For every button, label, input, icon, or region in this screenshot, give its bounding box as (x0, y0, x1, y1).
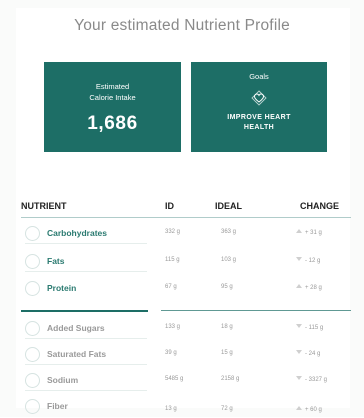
calorie-intake-tile: Estimated Calorie Intake 1,686 (44, 62, 181, 152)
row-underline (25, 390, 147, 391)
nutrient-ideal-value: 95 g (221, 284, 233, 290)
row-underline (25, 364, 147, 365)
nutrient-ideal-value: 72 g (221, 406, 233, 412)
nutrient-id-value: 5485 g (165, 376, 184, 382)
nutrient-name: Added Sugars (47, 323, 105, 333)
nutrient-profile-page: Your estimated Nutrient Profile Estimate… (0, 0, 364, 417)
calorie-intake-label: Estimated Calorie Intake (89, 82, 136, 102)
nutrient-ideal-value: 15 g (221, 350, 233, 356)
radio-circle-icon[interactable] (25, 399, 40, 414)
nutrient-ideal-value: 103 g (221, 257, 237, 263)
nutrient-id-value: 39 g (165, 350, 177, 356)
nutrient-id-value: 67 g (165, 284, 177, 290)
nutrient-name: Protein (47, 283, 77, 293)
nutrient-row-sodium[interactable]: Sodium 5485 g 2158 g - 3327 g (0, 370, 364, 392)
nutrient-change: - 24 g (296, 350, 320, 357)
nutrient-change: - 12 g (296, 257, 320, 264)
nutrient-change: + 28 g (296, 284, 322, 291)
nutrient-name: Fats (47, 256, 65, 266)
arrow-down-icon (296, 350, 302, 354)
nutrient-name: Fiber (47, 401, 68, 411)
column-header-ideal: IDEAL (215, 201, 242, 211)
nutrient-id-value: 13 g (165, 406, 177, 412)
arrow-up-icon (296, 284, 302, 288)
column-header-change: CHANGE (300, 201, 340, 211)
nutrient-name: Carbohydrates (47, 228, 107, 238)
nutrient-row-carbohydrates[interactable]: Carbohydrates 332 g 363 g + 31 g (0, 223, 364, 245)
nutrient-change: - 115 g (296, 324, 323, 331)
arrow-down-icon (296, 257, 302, 261)
nutrient-ideal-value: 363 g (221, 229, 237, 235)
nutrient-id-value: 115 g (165, 257, 180, 263)
row-underline (25, 243, 147, 244)
nutrient-row-fiber[interactable]: Fiber 13 g 72 g + 60 g (0, 396, 364, 418)
header-divider (21, 217, 351, 218)
nutrient-id-value: 332 g (165, 229, 181, 235)
radio-circle-icon[interactable] (25, 321, 40, 336)
arrow-down-icon (296, 376, 302, 380)
arrow-up-icon (296, 229, 302, 233)
heart-icon (251, 90, 267, 106)
calorie-intake-value: 1,686 (87, 113, 138, 134)
radio-circle-icon[interactable] (25, 347, 40, 362)
arrow-down-icon (296, 324, 302, 328)
radio-circle-icon[interactable] (25, 226, 40, 241)
radio-circle-icon[interactable] (25, 281, 40, 296)
nutrient-row-added-sugars[interactable]: Added Sugars 133 g 18 g - 115 g (0, 318, 364, 340)
nutrient-ideal-value: 18 g (221, 324, 233, 330)
column-header-id: ID (165, 201, 174, 211)
nutrient-row-protein[interactable]: Protein 67 g 95 g + 28 g (0, 278, 364, 300)
nutrient-row-fats[interactable]: Fats 115 g 103 g - 12 g (0, 251, 364, 273)
row-underline (25, 271, 147, 272)
nutrient-ideal-value: 2158 g (221, 376, 240, 382)
nutrient-change: + 60 g (296, 406, 322, 413)
arrow-up-icon (296, 406, 302, 410)
page-title: Your estimated Nutrient Profile (74, 17, 290, 34)
group-divider (21, 310, 148, 312)
nutrient-change: - 3327 g (296, 376, 327, 383)
radio-circle-icon[interactable] (25, 254, 40, 269)
nutrient-name: Saturated Fats (47, 349, 107, 359)
row-underline (25, 338, 147, 339)
goals-label: Goals (249, 72, 269, 81)
nutrient-name: Sodium (47, 375, 79, 385)
nutrient-change: + 31 g (296, 229, 322, 236)
nutrient-row-saturated-fats[interactable]: Saturated Fats 39 g 15 g - 24 g (0, 344, 364, 366)
goals-value: IMPROVE HEART HEALTH (227, 114, 291, 131)
goals-tile: Goals IMPROVE HEART HEALTH (191, 62, 327, 152)
group-divider (161, 310, 351, 311)
nutrient-id-value: 133 g (165, 324, 181, 330)
radio-circle-icon[interactable] (25, 373, 40, 388)
column-header-nutrient: NUTRIENT (21, 201, 67, 211)
